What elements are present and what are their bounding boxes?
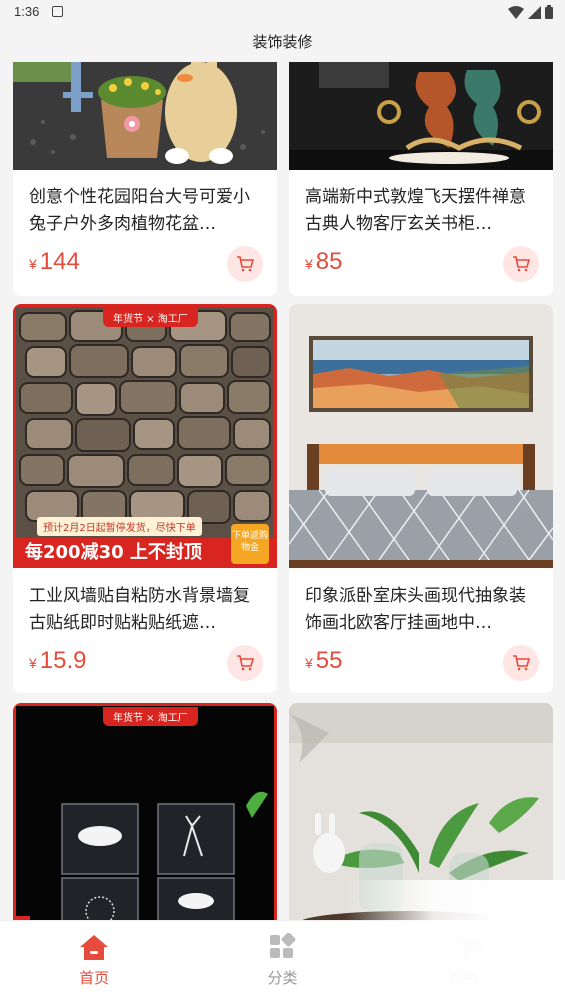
product-title[interactable]: 创意个性花园阳台大号可爱小兔子户外多肉植物花盆…: [29, 184, 263, 238]
product-image[interactable]: [289, 62, 553, 170]
cart-icon: [513, 655, 530, 671]
product-card[interactable]: [289, 703, 553, 920]
promo-badge: 下单返购物金: [231, 524, 269, 564]
product-price: ¥15.9: [29, 647, 87, 675]
product-title[interactable]: 工业风墙贴自粘防水背景墙复古贴纸即时贴粘贴纸遮…: [29, 583, 263, 637]
cart-icon: [237, 655, 254, 671]
product-title[interactable]: 印象派卧室床头画现代抽象装饰画北欧客厅挂画地中…: [305, 583, 539, 637]
tab-label-cart: 购物车: [448, 969, 494, 987]
status-indicators: [508, 5, 553, 19]
notification-icon: [52, 6, 63, 17]
price-value: 55: [315, 647, 343, 674]
product-title[interactable]: 高端新中式敦煌飞天摆件禅意古典人物客厅玄关书柜…: [305, 184, 539, 238]
product-grid[interactable]: 创意个性花园阳台大号可爱小兔子户外多肉植物花盆… ¥144 高端新中式敦煌飞天摆…: [0, 62, 565, 920]
tab-label-home: 首页: [79, 969, 110, 987]
status-bar: 1:36: [0, 0, 565, 26]
add-to-cart-button[interactable]: [503, 246, 539, 282]
add-to-cart-button[interactable]: [503, 645, 539, 681]
signal-icon: [528, 5, 541, 19]
product-price: ¥55: [305, 647, 343, 675]
home-icon: [80, 935, 109, 960]
price-value: 85: [315, 248, 343, 275]
cart-icon: [237, 256, 254, 272]
promo-tag: 年货节 × 淘工厂: [103, 308, 198, 327]
price-value: 144: [39, 248, 80, 275]
cart-icon: [455, 936, 485, 960]
product-price: ¥85: [305, 248, 343, 276]
price-value: 15.9: [39, 647, 87, 674]
category-icon: [270, 933, 296, 958]
tab-home[interactable]: 首页: [0, 921, 188, 1004]
product-card[interactable]: 印象派卧室床头画现代抽象装饰画北欧客厅挂画地中… ¥55: [289, 304, 553, 693]
wifi-icon: [508, 5, 524, 19]
page-title: 装饰装修: [252, 33, 313, 51]
price-currency: ¥: [29, 655, 37, 671]
tab-category[interactable]: 分类: [188, 921, 376, 1004]
price-currency: ¥: [29, 256, 37, 272]
product-image[interactable]: 年货节 × 淘工厂: [13, 703, 277, 920]
add-to-cart-button[interactable]: [227, 645, 263, 681]
promo-note: 预计2月2日起暂停发货，尽快下单: [37, 517, 202, 536]
product-card[interactable]: 高端新中式敦煌飞天摆件禅意古典人物客厅玄关书柜… ¥85: [289, 62, 553, 296]
product-image[interactable]: 年货节 × 淘工厂 预计2月2日起暂停发货，尽快下单 每200减30 上不封顶 …: [13, 304, 277, 568]
app-header: 装饰装修: [0, 26, 565, 62]
cart-icon: [513, 256, 530, 272]
product-card[interactable]: 创意个性花园阳台大号可爱小兔子户外多肉植物花盆… ¥144: [13, 62, 277, 296]
battery-icon: [545, 5, 553, 19]
product-card[interactable]: 年货节 × 淘工厂 预计2月2日起暂停发货，尽快下单 每200减30 上不封顶 …: [13, 304, 277, 693]
product-image[interactable]: [289, 304, 553, 568]
bottom-tab-bar: 首页 分类 购物车: [0, 920, 565, 1004]
tab-label-category: 分类: [267, 969, 298, 987]
price-currency: ¥: [305, 256, 313, 272]
product-price: ¥144: [29, 248, 80, 276]
status-time: 1:36: [14, 4, 40, 19]
price-currency: ¥: [305, 655, 313, 671]
promo-tag: 年货节 × 淘工厂: [103, 707, 198, 726]
product-card[interactable]: 年货节 × 淘工厂: [13, 703, 277, 920]
product-image[interactable]: [13, 62, 277, 170]
add-to-cart-button[interactable]: [227, 246, 263, 282]
product-image[interactable]: [289, 703, 553, 920]
tab-cart[interactable]: 购物车: [377, 921, 565, 1004]
